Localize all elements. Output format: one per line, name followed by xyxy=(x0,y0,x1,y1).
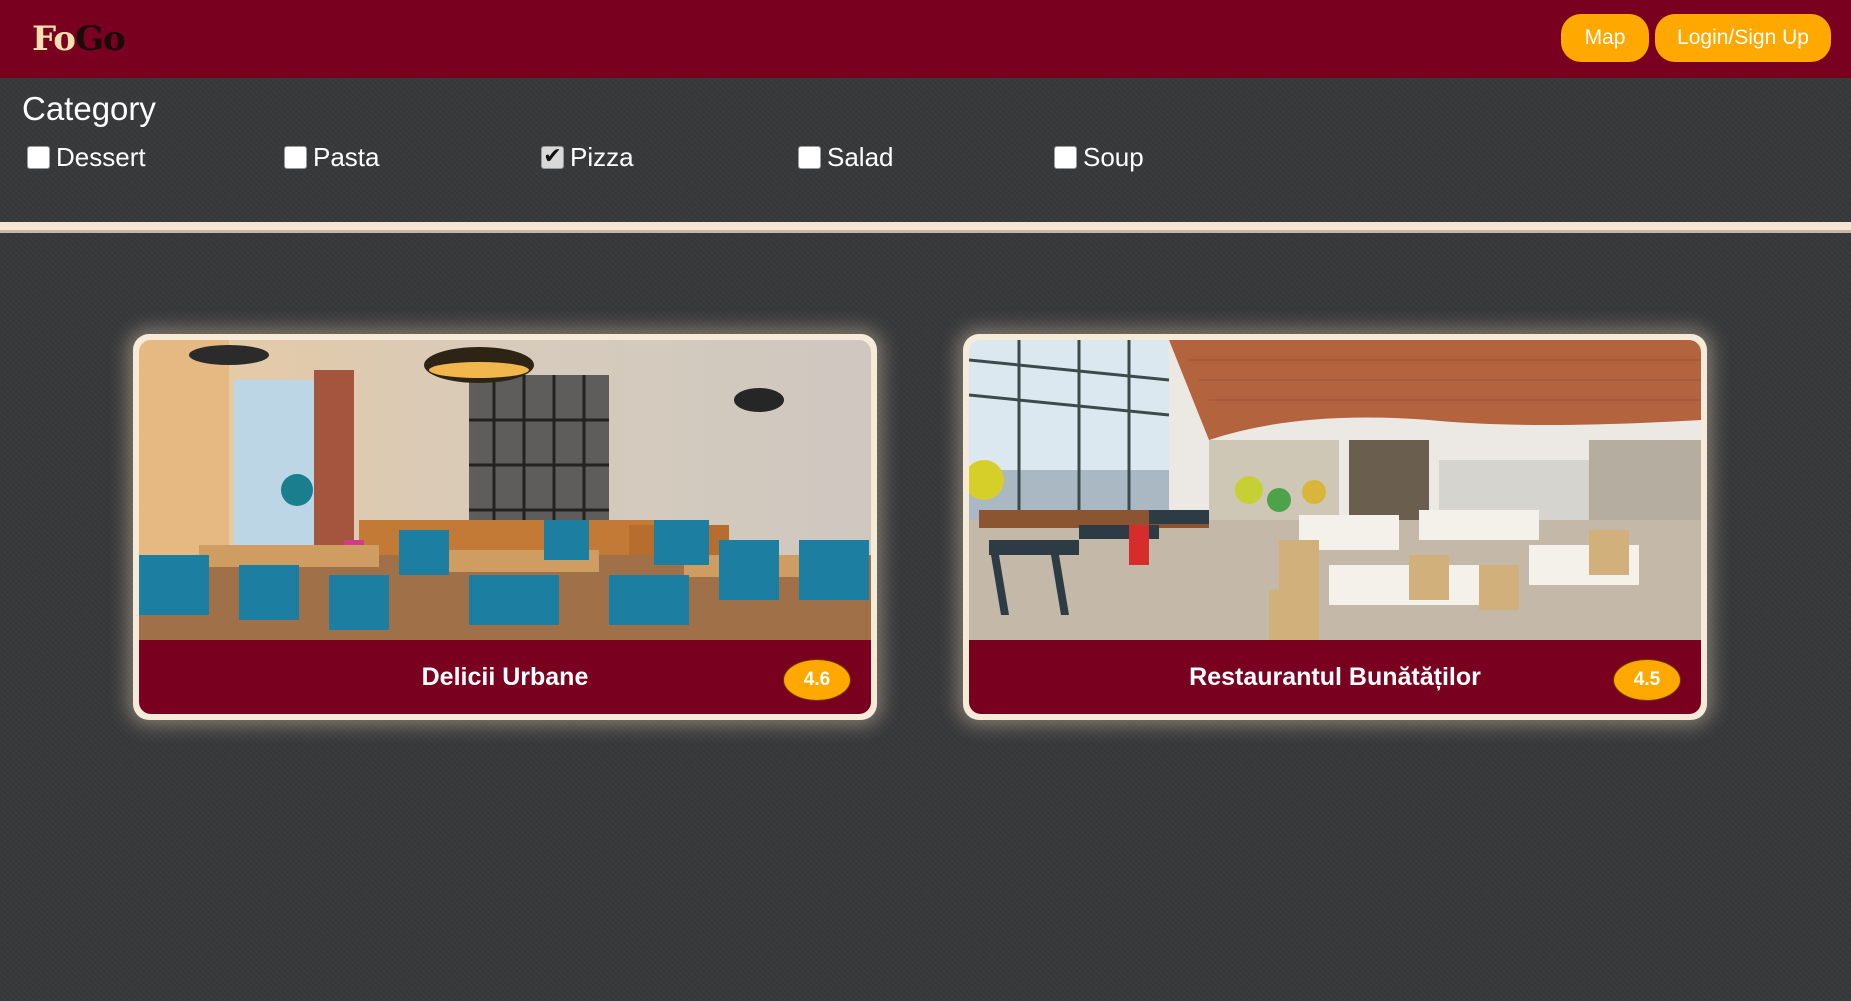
category-label: Salad xyxy=(827,141,894,172)
checkbox-box-checked[interactable]: ✔ xyxy=(541,144,564,169)
checkmark-icon: ✔ xyxy=(543,144,562,169)
category-heading: Category xyxy=(22,90,156,127)
restaurant-name[interactable]: Delicii Urbane xyxy=(139,640,871,714)
category-checkbox-dessert[interactable]: Dessert xyxy=(27,141,146,173)
category-checkbox-pasta[interactable]: Pasta xyxy=(284,141,380,173)
category-checkbox-soup[interactable]: Soup xyxy=(1054,141,1144,173)
login-signup-button[interactable]: Login/Sign Up xyxy=(1655,14,1831,62)
restaurant-card-footer: Restaurantul Bunătăților 4.5 xyxy=(969,640,1701,714)
section-divider xyxy=(0,222,1851,233)
rating-badge: 4.6 xyxy=(783,659,851,701)
restaurant-name[interactable]: Restaurantul Bunătăților xyxy=(969,640,1701,714)
category-label: Pasta xyxy=(313,141,380,172)
restaurant-photo xyxy=(969,340,1701,640)
restaurant-card[interactable]: Restaurantul Bunătăților 4.5 xyxy=(963,334,1707,720)
checkbox-box[interactable] xyxy=(1054,145,1077,169)
checkbox-box[interactable] xyxy=(27,145,50,169)
category-label: Pizza xyxy=(570,141,634,172)
logo-text-fo: Fo xyxy=(32,19,76,59)
restaurant-card[interactable]: Delicii Urbane 4.6 xyxy=(133,334,877,720)
category-label: Soup xyxy=(1083,141,1144,172)
top-navbar: FoGo Map Login/Sign Up xyxy=(0,0,1851,78)
rating-badge: 4.5 xyxy=(1613,659,1681,701)
category-checkbox-salad[interactable]: Salad xyxy=(798,141,894,173)
checkbox-box[interactable] xyxy=(284,145,307,169)
fogo-logo[interactable]: FoGo xyxy=(32,18,126,60)
restaurant-photo xyxy=(139,340,871,640)
logo-text-go: Go xyxy=(74,19,126,59)
category-label: Dessert xyxy=(56,141,146,172)
map-button[interactable]: Map xyxy=(1561,14,1649,62)
restaurant-card-footer: Delicii Urbane 4.6 xyxy=(139,640,871,714)
category-checkbox-pizza[interactable]: ✔ Pizza xyxy=(541,141,634,173)
checkbox-box[interactable] xyxy=(798,145,821,169)
